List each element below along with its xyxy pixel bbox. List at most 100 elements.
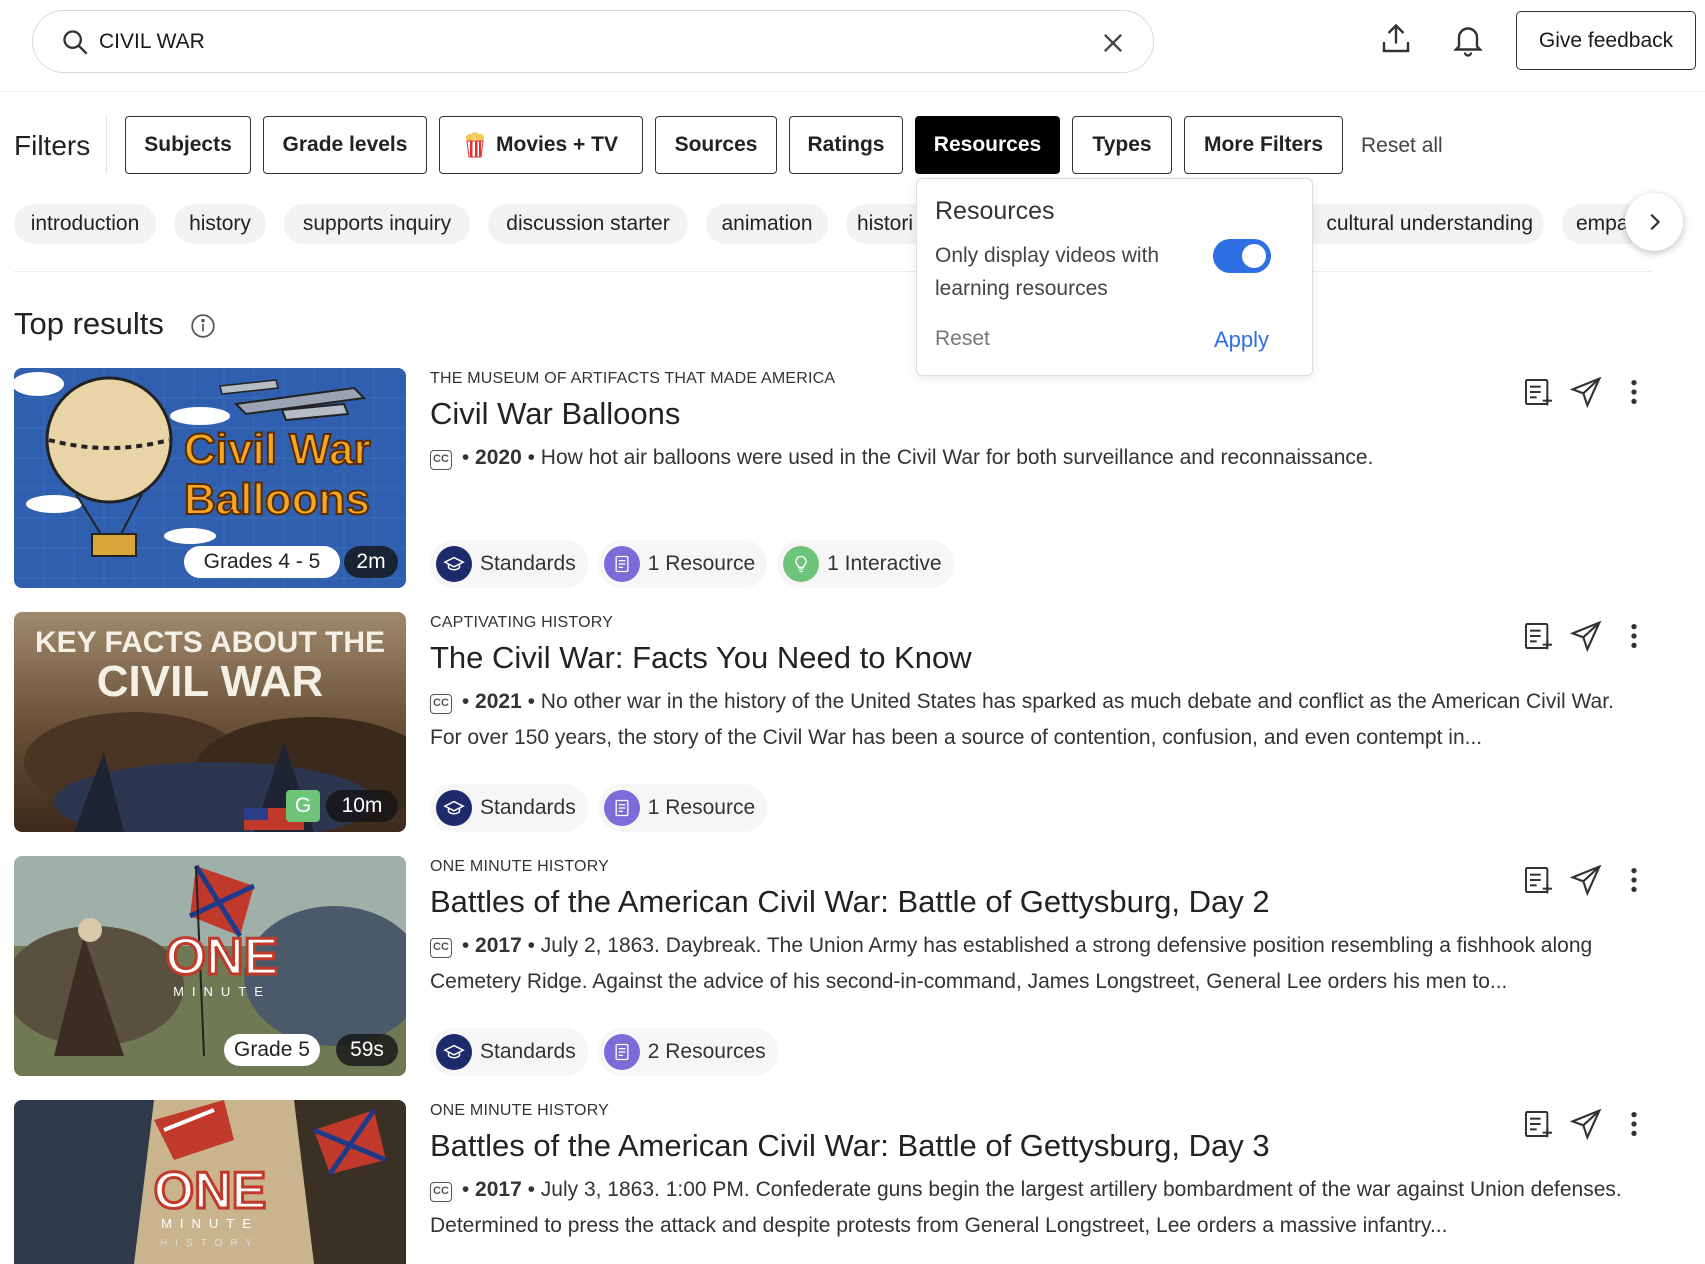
standards-tag[interactable]: Standards <box>430 1028 588 1076</box>
add-to-playlist-icon[interactable] <box>1522 376 1554 408</box>
thumbnail-title-line1: KEY FACTS ABOUT THE <box>35 626 385 659</box>
standards-icon <box>436 790 472 826</box>
add-to-playlist-icon[interactable] <box>1522 864 1554 896</box>
more-options-icon[interactable] <box>1618 376 1650 408</box>
chip-discussion-starter[interactable]: discussion starter <box>488 204 688 244</box>
chip-introduction[interactable]: introduction <box>14 204 156 244</box>
filter-ratings-button[interactable]: Ratings <box>789 116 903 174</box>
chip-history[interactable]: history <box>174 204 266 244</box>
top-results-heading: Top results <box>14 306 164 341</box>
video-thumbnail[interactable]: Civil War Balloons Grades 4 - 5 2m <box>14 368 406 588</box>
video-year: 2017 <box>475 934 522 957</box>
video-thumbnail[interactable]: KEY FACTS ABOUT THE CIVIL WAR G 10m <box>14 612 406 832</box>
resources-tag[interactable]: 1 Resource <box>597 784 768 832</box>
add-to-playlist-icon[interactable] <box>1522 1108 1554 1140</box>
video-title[interactable]: Battles of the American Civil War: Battl… <box>430 884 1270 920</box>
filter-subjects-button[interactable]: Subjects <box>125 116 251 174</box>
search-input[interactable] <box>99 25 1059 59</box>
video-title[interactable]: Battles of the American Civil War: Battl… <box>430 1128 1270 1164</box>
video-year: 2021 <box>475 690 522 713</box>
video-source: THE MUSEUM OF ARTIFACTS THAT MADE AMERIC… <box>430 370 836 387</box>
filter-movies-tv-button[interactable]: Movies + TV <box>439 116 643 174</box>
chip-cultural-understanding[interactable]: cultural understanding <box>1302 204 1544 244</box>
video-thumbnail[interactable]: ONE MINUTE HISTORY <box>14 1100 406 1264</box>
resource-icon <box>603 790 640 826</box>
resource-icon <box>603 1034 640 1070</box>
interactive-tag[interactable]: 1 Interactive <box>777 540 954 588</box>
upload-icon[interactable] <box>1378 21 1414 57</box>
filter-label: Resources <box>933 133 1042 156</box>
bell-icon[interactable] <box>1450 21 1486 57</box>
video-title[interactable]: The Civil War: Facts You Need to Know <box>430 640 972 676</box>
thumbnail-title-line1: ONE <box>166 928 279 986</box>
resource-tags: Standards 1 Resource 1 Interactive <box>430 540 954 588</box>
video-year: 2020 <box>475 446 522 469</box>
give-feedback-button[interactable]: Give feedback <box>1516 11 1696 70</box>
tag-label: 1 Interactive <box>827 552 942 575</box>
dropdown-apply-button[interactable]: Apply <box>1214 327 1269 353</box>
standards-tag[interactable]: Standards <box>430 784 588 832</box>
chips-next-button[interactable] <box>1625 193 1683 251</box>
chip-historical[interactable]: histori <box>846 204 916 244</box>
video-description-text: July 3, 1863. 1:00 PM. Confederate guns … <box>430 1178 1622 1237</box>
search-bar[interactable] <box>32 10 1154 73</box>
dropdown-reset-button[interactable]: Reset <box>935 327 990 351</box>
share-icon[interactable] <box>1570 620 1602 652</box>
chip-empathy[interactable]: empa <box>1562 204 1632 244</box>
filter-label: Sources <box>674 133 758 156</box>
learning-resources-toggle[interactable] <box>1213 239 1271 273</box>
video-description-text: How hot air balloons were used in the Ci… <box>540 446 1374 469</box>
share-icon[interactable] <box>1570 376 1602 408</box>
dropdown-title: Resources <box>935 197 1055 225</box>
video-description: CC • 2021 • No other war in the history … <box>430 690 1614 749</box>
share-icon[interactable] <box>1570 864 1602 896</box>
chip-animation[interactable]: animation <box>706 204 828 244</box>
more-options-icon[interactable] <box>1618 864 1650 896</box>
filter-label: Ratings <box>807 133 885 156</box>
duration-badge: 10m <box>326 790 398 822</box>
tag-label: 1 Resource <box>647 796 756 819</box>
reset-all-link[interactable]: Reset all <box>1361 134 1443 158</box>
video-description-text: No other war in the history of the Unite… <box>430 690 1614 749</box>
filter-more-filters-button[interactable]: More Filters <box>1184 116 1343 174</box>
tag-label: Standards <box>480 796 576 819</box>
thumbnail-title-line1: Civil War <box>184 425 371 474</box>
filters-divider <box>106 116 107 174</box>
thumbnail-title-line2: Balloons <box>184 475 370 524</box>
video-thumbnail[interactable]: ONE MINUTE Grade 5 59s <box>14 856 406 1076</box>
resources-dropdown: Resources Only display videos with learn… <box>916 178 1313 376</box>
share-icon[interactable] <box>1570 1108 1602 1140</box>
toggle-knob <box>1242 244 1266 268</box>
standards-tag[interactable]: Standards <box>430 540 588 588</box>
dropdown-description: Only display videos with learning resour… <box>935 244 1160 300</box>
resource-icon <box>603 546 640 582</box>
standards-icon <box>436 1034 472 1070</box>
search-icon <box>63 30 88 55</box>
more-options-icon[interactable] <box>1618 1108 1650 1140</box>
filter-label: Grade levels <box>282 133 408 156</box>
grade-badge: Grade 5 <box>224 1034 320 1066</box>
filter-types-button[interactable]: Types <box>1072 116 1172 174</box>
tag-label: Standards <box>480 552 576 575</box>
rating-badge: G <box>286 790 320 822</box>
interactive-icon <box>783 546 820 582</box>
clear-search-icon[interactable] <box>1099 29 1127 57</box>
more-options-icon[interactable] <box>1618 620 1650 652</box>
filter-label: Movies + TV <box>496 133 618 156</box>
resources-tag[interactable]: 2 Resources <box>597 1028 778 1076</box>
filter-sources-button[interactable]: Sources <box>655 116 777 174</box>
thumbnail-title-line2: CIVIL WAR <box>97 657 324 706</box>
closed-captions-icon: CC <box>430 694 452 714</box>
closed-captions-icon: CC <box>430 450 452 470</box>
filter-grade-levels-button[interactable]: Grade levels <box>263 116 427 174</box>
add-to-playlist-icon[interactable] <box>1522 620 1554 652</box>
info-icon[interactable] <box>190 313 216 339</box>
resources-tag[interactable]: 1 Resource <box>597 540 768 588</box>
grade-badge: Grades 4 - 5 <box>184 546 340 578</box>
chip-supports-inquiry[interactable]: supports inquiry <box>284 204 470 244</box>
video-title[interactable]: Civil War Balloons <box>430 396 680 432</box>
filter-resources-button[interactable]: Resources <box>915 116 1060 174</box>
filter-label: Subjects <box>144 133 232 156</box>
filter-label: Types <box>1092 133 1152 156</box>
result-card: KEY FACTS ABOUT THE CIVIL WAR G 10m CAPT… <box>0 612 1705 842</box>
